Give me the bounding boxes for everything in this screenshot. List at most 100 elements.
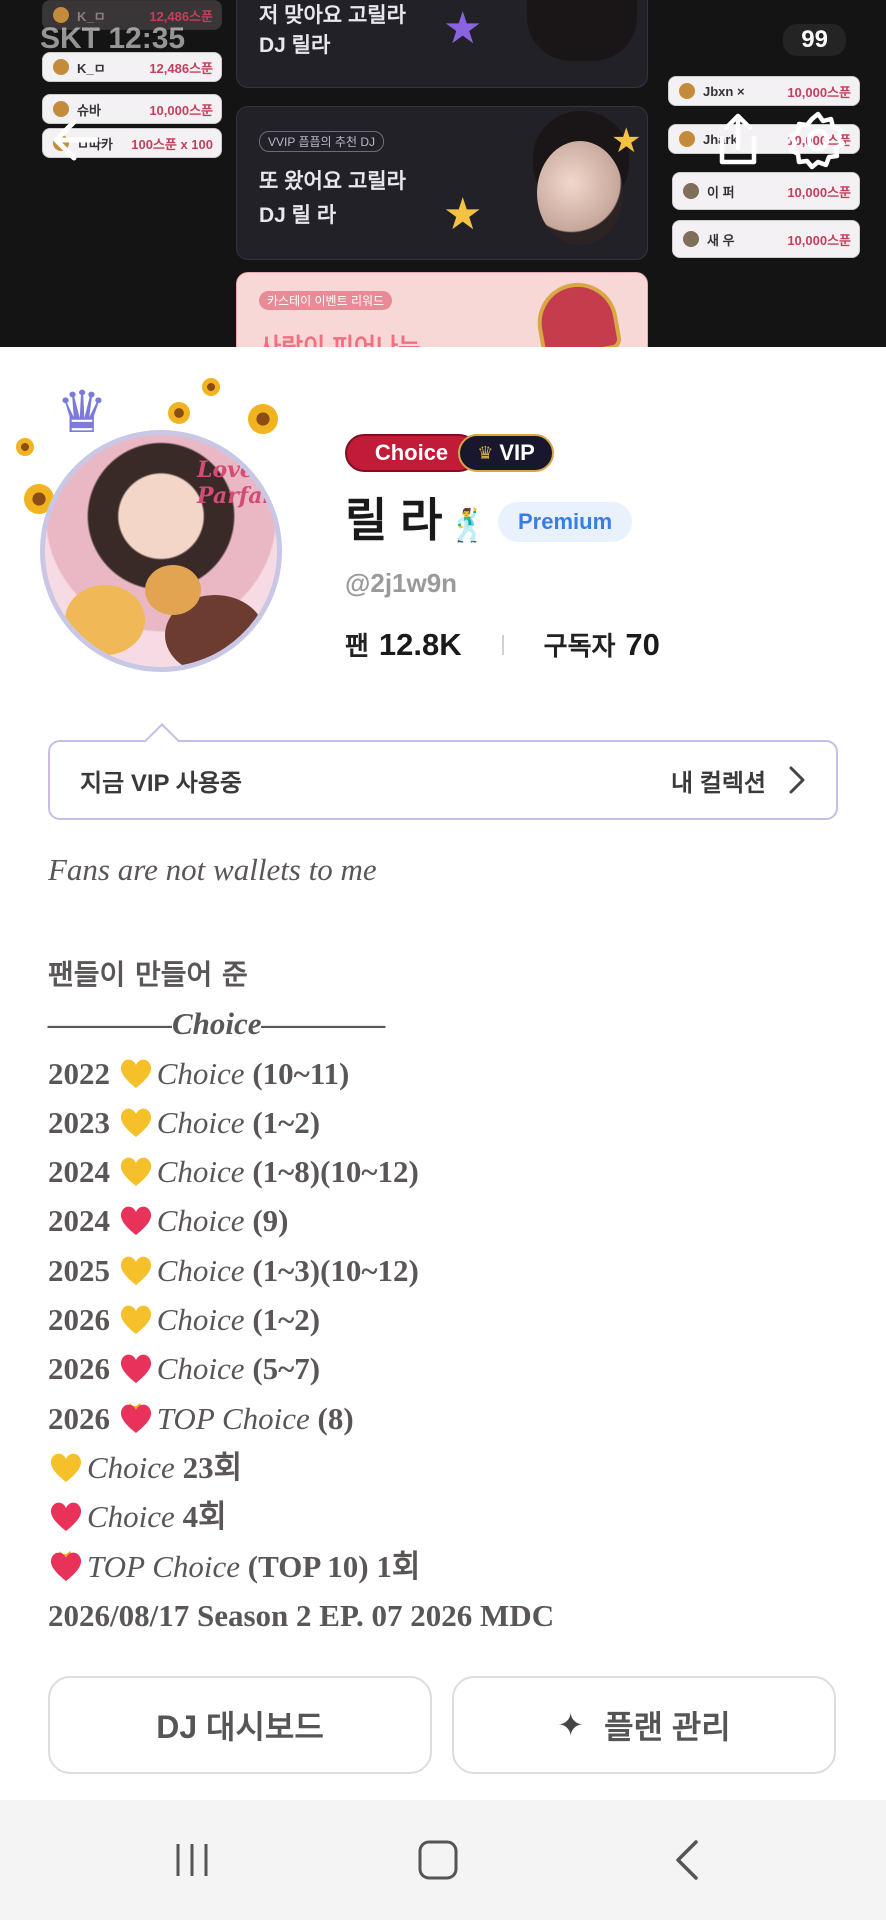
row-label: Choice — [156, 1252, 245, 1288]
choice-history-row: 2023 Choice (1~2) — [48, 1098, 848, 1147]
status-bar: SKT 12:35 99 — [40, 22, 846, 62]
avatar-caption: Love Parfait — [197, 457, 282, 509]
sunflower-icon — [168, 402, 190, 424]
yellow-heart-icon — [120, 1305, 151, 1335]
donor-amount: 100스푼 x 100 — [131, 136, 213, 152]
row-detail: (10~11) — [244, 1055, 350, 1091]
row-year: 2024 — [48, 1154, 118, 1190]
premium-badge: Premium — [498, 502, 633, 542]
yellow-heart-icon — [120, 1157, 151, 1187]
sunflower-icon — [202, 378, 220, 396]
profile-stats: 팬 12.8K 구독자 70 — [345, 626, 660, 663]
donor-chip: 새 우 10,000스푼 — [672, 220, 860, 258]
row-detail: (1~3)(10~12) — [244, 1252, 419, 1288]
profile-bio: Fans are not wallets to me 팬들이 만들어 준 ———… — [48, 852, 848, 1640]
row-detail: (9) — [244, 1203, 289, 1239]
donor-name: 이 퍼 — [707, 184, 735, 200]
stats-divider — [501, 634, 504, 655]
vip-badge: ♛ VIP — [458, 434, 554, 472]
dancer-icon: 🕺 — [448, 507, 489, 543]
row-year: 2023 — [48, 1104, 118, 1140]
sparkle-icon: ✦ — [557, 1707, 585, 1743]
avatar-icon — [53, 7, 69, 23]
row-label: TOP Choice — [87, 1548, 241, 1584]
crown-icon: ♛ — [56, 380, 108, 445]
back-nav-icon[interactable] — [664, 1836, 712, 1884]
donor-amount: 10,000스푼 — [787, 84, 851, 100]
row-detail: (1~2) — [244, 1302, 321, 1338]
choice-history-row: 2022 Choice (10~11) — [48, 1049, 848, 1098]
choice-history-row: Choice 23회 — [48, 1443, 848, 1492]
promo-tag: VVIP 픕픕의 추천 DJ — [259, 131, 384, 152]
yellow-heart-icon — [120, 1256, 151, 1285]
row-label: Choice — [156, 1203, 245, 1239]
sunflower-icon — [248, 404, 278, 434]
fans-count[interactable]: 12.8K — [379, 627, 462, 663]
flaming-heart-icon — [120, 1402, 151, 1433]
row-year: 2022 — [48, 1055, 118, 1091]
arrow-left-icon — [53, 119, 99, 161]
share-icon — [719, 113, 757, 165]
plan-manage-button[interactable]: ✦ 플랜 관리 — [452, 1676, 836, 1774]
choice-history-row: 2026 TOP Choice (8) — [48, 1394, 848, 1443]
row-label: Choice — [87, 1499, 175, 1535]
promo-line: DJ 릴 라 — [259, 204, 337, 227]
choice-history-row: 2026 Choice (1~2) — [48, 1295, 848, 1344]
waffle-decoration — [65, 585, 145, 655]
row-year: 2024 — [48, 1203, 118, 1239]
choice-history-row: 2025 Choice (1~3)(10~12) — [48, 1246, 848, 1295]
bear-decoration — [145, 565, 201, 615]
red-heart-icon — [50, 1502, 82, 1532]
system-nav-bar — [0, 1800, 886, 1920]
status-time: SKT 12:35 — [40, 22, 186, 55]
choice-history-row: 2024 Choice (1~8)(10~12) — [48, 1147, 848, 1196]
vip-status-text: 지금 VIP 사용중 — [80, 769, 242, 797]
donor-name: Jbxn × — [703, 83, 745, 99]
row-label: Choice — [156, 1104, 245, 1140]
row-detail: (8) — [309, 1400, 354, 1436]
vip-status-bar[interactable]: 지금 VIP 사용중 내 컬렉션 — [48, 723, 838, 820]
donor-chip: 이 퍼 10,000스푼 — [672, 172, 860, 210]
dj-dashboard-button[interactable]: DJ 대시보드 — [48, 1676, 432, 1774]
share-button[interactable] — [706, 108, 770, 172]
crown-icon: ♛ — [477, 442, 494, 463]
profile-handle: @2j1w9n — [345, 568, 458, 598]
promo-tag: 카스테이 이벤트 리워드 — [259, 291, 393, 310]
row-year: 2026 — [48, 1400, 118, 1436]
back-button[interactable] — [44, 108, 108, 172]
donor-amount: 10,000스푼 — [149, 102, 213, 118]
subscribers-count[interactable]: 70 — [625, 627, 659, 663]
bio-footer: 2026/08/17 Season 2 EP. 07 2026 MDC — [48, 1597, 555, 1633]
home-icon[interactable] — [414, 1836, 462, 1884]
promo-card: 카스테이 이벤트 리워드 사랑이 피어나는 — [236, 272, 648, 347]
bio-header: 팬들이 만들어 준 — [48, 958, 248, 991]
recent-apps-icon[interactable] — [168, 1836, 216, 1884]
row-label: Choice — [87, 1449, 175, 1485]
star-icon: ★ — [611, 122, 642, 160]
row-detail: 4회 — [174, 1499, 227, 1535]
choice-history-row: 2026 Choice (5~7) — [48, 1344, 848, 1393]
row-detail: (TOP 10) 1회 — [240, 1548, 421, 1584]
my-collection-link[interactable]: 내 컬렉션 — [671, 763, 806, 798]
settings-button[interactable] — [786, 108, 850, 172]
row-detail: 23회 — [174, 1449, 243, 1485]
donor-amount: 10,000스푼 — [787, 184, 851, 200]
row-label: Choice — [156, 1055, 245, 1091]
hero-banner: K_ㅁ 12,486스푼 K_ㅁ 12,486스푼 슈바 10,000스푼 ㅁ따… — [0, 0, 886, 347]
row-label: TOP Choice — [156, 1400, 310, 1436]
yellow-heart-icon — [50, 1453, 82, 1482]
gear-icon — [788, 111, 846, 170]
yellow-heart-icon — [120, 1108, 151, 1137]
promo-line: 사랑이 피어나는 — [259, 327, 420, 347]
promo-line: 또 왔어요 고릴라 — [259, 170, 406, 193]
avatar-icon — [679, 131, 695, 147]
donor-amount: 10,000스푼 — [787, 232, 851, 248]
profile-avatar[interactable]: ♛ Love Parfait — [16, 378, 306, 678]
choice-history-row: TOP Choice (TOP 10) 1회 — [48, 1542, 848, 1591]
fans-label: 팬 — [345, 631, 369, 661]
battery-indicator: 99 — [783, 24, 846, 56]
row-label: Choice — [156, 1302, 245, 1338]
subscribers-label: 구독자 — [543, 631, 616, 661]
choice-history-row: 2024 Choice (9) — [48, 1196, 848, 1245]
row-year: 2026 — [48, 1351, 118, 1387]
